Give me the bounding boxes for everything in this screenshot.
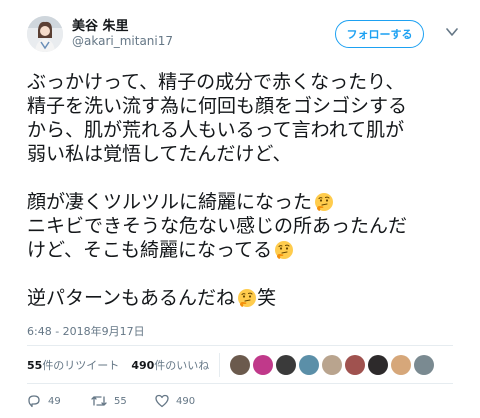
liker-avatar[interactable]	[299, 355, 320, 375]
reply-icon	[28, 395, 40, 408]
thinking-face-icon	[315, 193, 334, 211]
like-stat-label: 件のいいね	[154, 359, 210, 372]
like-button[interactable]: 490	[155, 394, 219, 408]
tweet-line: 顔が凄くツルツルに綺麗になった	[27, 190, 467, 214]
divider	[27, 383, 453, 384]
liker-avatar[interactable]	[414, 355, 435, 375]
liker-avatar[interactable]	[391, 355, 412, 375]
engagement-stats: 55 件のリツイート 490 件のいいね	[27, 352, 457, 378]
like-stat[interactable]: 490 件のいいね	[131, 357, 209, 373]
tweet-text: ぶっかけって、精子の成分で赤くなったり、 精子を洗い流す為に何回も顔をゴシゴシする…	[27, 70, 467, 310]
tweet-line-text: ニキビできそうな危ない感じの所あったんだ	[27, 215, 408, 237]
retweet-icon	[91, 396, 107, 406]
retweet-stat-count: 55	[27, 358, 43, 372]
like-stat-count: 490	[131, 358, 155, 372]
thinking-face-icon	[275, 241, 294, 259]
retweet-button[interactable]: 55	[91, 394, 155, 408]
tweet-line-suffix: 笑	[257, 287, 277, 309]
tweet-line-text: 弱い私は覚悟してたんだけど、	[27, 143, 292, 165]
reply-count: 49	[48, 395, 61, 407]
retweet-stat[interactable]: 55 件のリツイート	[27, 357, 119, 373]
tweet-actions: 49 55 490	[27, 393, 219, 409]
tweet-line-text: 顔が凄くツルツルに綺麗になった	[27, 191, 313, 213]
like-count: 490	[176, 395, 196, 407]
liker-avatar[interactable]	[253, 355, 274, 375]
tweet-line-text: から、肌が荒れる人もいるって言われて肌が	[27, 119, 405, 141]
user-handle[interactable]: @akari_mitani17	[72, 34, 173, 48]
divider	[27, 345, 453, 346]
display-name[interactable]: 美谷 朱里	[72, 15, 129, 34]
tweet-line: 精子を洗い流す為に何回も顔をゴシゴシする	[27, 94, 467, 118]
tweet-line: けど、そこも綺麗になってる	[27, 238, 467, 262]
reply-button[interactable]: 49	[27, 394, 91, 408]
liker-avatar[interactable]	[368, 355, 389, 375]
timestamp[interactable]: 6:48 - 2018年9月17日	[27, 323, 145, 339]
avatar[interactable]	[27, 16, 63, 52]
liker-avatar[interactable]	[230, 355, 251, 375]
liker-avatar[interactable]	[276, 355, 297, 375]
tweet-line-text: 精子を洗い流す為に何回も顔をゴシゴシする	[27, 95, 408, 117]
liker-avatar[interactable]	[345, 355, 366, 375]
heart-icon	[155, 394, 169, 408]
retweet-count: 55	[114, 395, 127, 407]
thinking-face-icon	[238, 289, 257, 307]
tweet-line: から、肌が荒れる人もいるって言われて肌が	[27, 118, 467, 142]
retweet-stat-label: 件のリツイート	[42, 359, 120, 372]
tweet-line	[27, 262, 467, 286]
tweet-line: ぶっかけって、精子の成分で赤くなったり、	[27, 70, 467, 94]
tweet-line-text: ぶっかけって、精子の成分で赤くなったり、	[27, 71, 405, 93]
follow-button[interactable]: フォローする	[335, 20, 424, 48]
tweet-line: 逆パターンもあるんだね笑	[27, 286, 467, 310]
tweet-line-text: 逆パターンもあるんだね	[27, 287, 236, 309]
tweet-line	[27, 166, 467, 190]
chevron-down-icon[interactable]	[446, 27, 458, 37]
tweet-line-text: けど、そこも綺麗になってる	[27, 239, 273, 261]
stat-separator	[219, 353, 221, 377]
tweet-line: ニキビできそうな危ない感じの所あったんだ	[27, 214, 467, 238]
tweet-line: 弱い私は覚悟してたんだけど、	[27, 142, 467, 166]
liker-avatar[interactable]	[322, 355, 343, 375]
tweet-header: 美谷 朱里 @akari_mitani17 フォローする	[0, 0, 480, 60]
liker-avatars	[230, 355, 437, 375]
